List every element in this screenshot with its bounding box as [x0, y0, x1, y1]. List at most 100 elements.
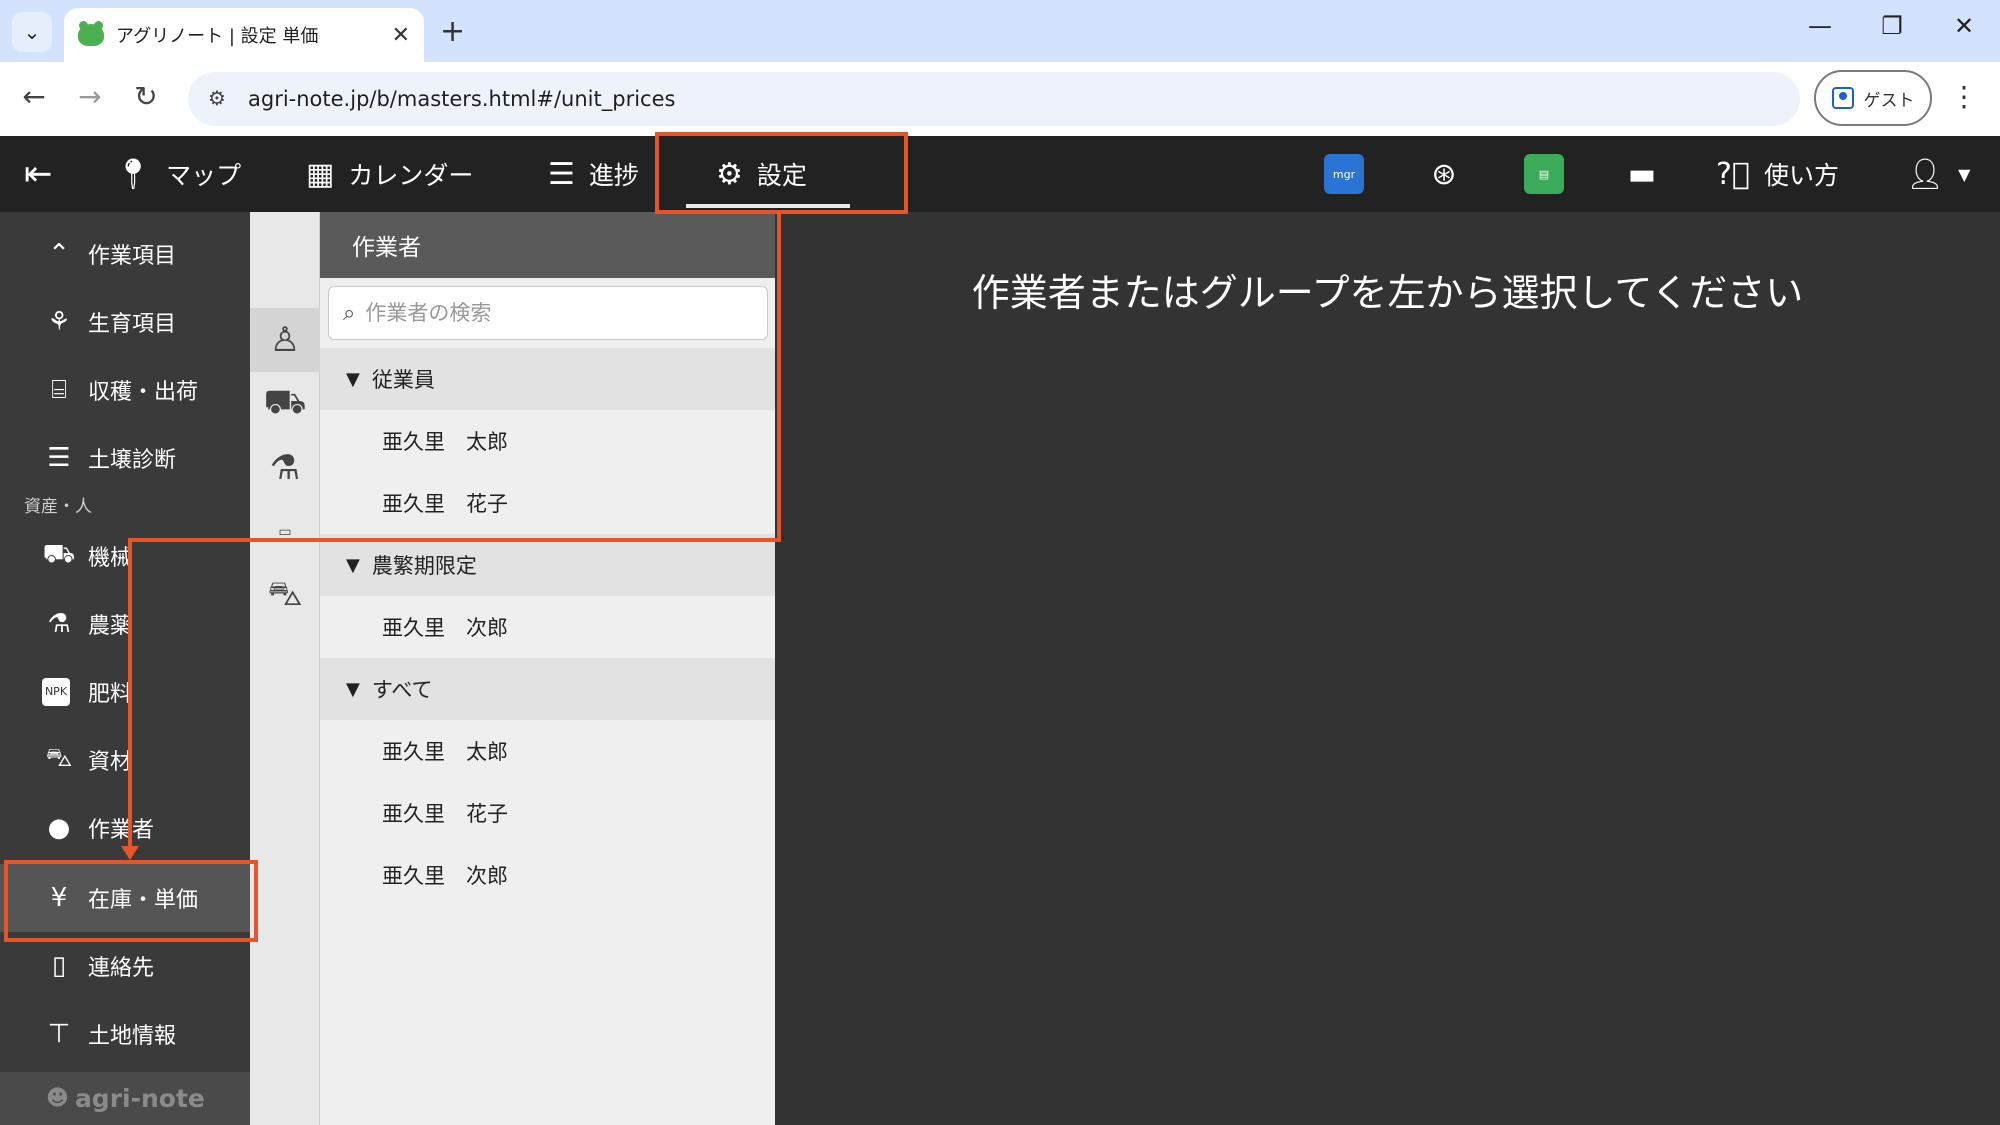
sidebar-item-label: 連絡先 [88, 956, 155, 981]
growth-icon: ⚘ [47, 307, 71, 337]
flask-icon: ⚗ [47, 609, 71, 639]
nav-progress-label: 進捗 [588, 161, 639, 190]
category-icon-strip: ♙ ⛟ ⚗ ▭ ⛍ [250, 212, 320, 1125]
question-icon: ?⃝ [1716, 156, 1750, 192]
sidebar-item-work[interactable]: ⌃ 作業項目 [0, 220, 250, 288]
forward-icon[interactable]: → [70, 80, 110, 113]
worker-search[interactable]: ⌕ [328, 286, 768, 340]
mgr-text: mgr [1332, 167, 1356, 181]
chat-icon[interactable]: ▬ [1622, 154, 1662, 194]
close-window-icon[interactable]: ✕ [1944, 12, 1984, 40]
sidebar-item-materials[interactable]: ⛍ 資材 [0, 726, 250, 794]
phone-icon: ▯ [51, 951, 67, 981]
sidebar-item-soil[interactable]: ☰ 土壌診断 [0, 424, 250, 492]
main-content: 作業者またはグループを左から選択してください [775, 212, 2000, 1125]
signpost-icon: ⊤ [47, 1019, 71, 1049]
frog-logo-icon: ☻ [46, 1086, 69, 1111]
group-header-busy-season[interactable]: ▼ 農繁期限定 [320, 534, 775, 596]
tractor-category-icon[interactable]: ⛟ [250, 372, 320, 436]
tab-search-button[interactable]: ⌄ [12, 12, 52, 52]
sidebar-section-assets: 資産・人 [24, 497, 92, 517]
site-info-icon[interactable]: ⚙ [204, 86, 230, 112]
sidebar-item-land[interactable]: ⊤ 土地情報 [0, 1000, 250, 1068]
group-header-all[interactable]: ▼ すべて [320, 658, 775, 720]
annotation-line [777, 212, 781, 542]
list-item[interactable]: 亜久里 次郎 [320, 844, 775, 906]
sidebar: ⌃ 作業項目 ⚘ 生育項目 ⌸ 収穫・出荷 ☰ 土壌診断 資産・人 ⛟ 機械 ⚗… [0, 212, 250, 1125]
group-name: すべて [371, 678, 433, 702]
person-icon: ● [47, 813, 71, 843]
sidebar-item-harvest[interactable]: ⌸ 収穫・出荷 [0, 356, 250, 424]
wheelbarrow-category-icon[interactable]: ⛍ [250, 564, 320, 628]
asterisk-app-icon[interactable]: ⊛ [1424, 154, 1464, 194]
map-pin-icon: 📍︎ [114, 156, 153, 192]
browser-tab[interactable]: アグリノート | 設定 単価 ✕ [64, 8, 424, 62]
annotation-highlight-stock-price [4, 860, 258, 942]
group-name: 従業員 [371, 368, 435, 392]
guest-profile-button[interactable]: ゲスト [1814, 70, 1932, 126]
sidebar-item-label: 作業者 [88, 818, 155, 843]
list-item[interactable]: 亜久里 次郎 [320, 596, 775, 658]
list-item[interactable]: 亜久里 太郎 [320, 720, 775, 782]
sidebar-item-label: 農薬 [88, 614, 133, 639]
annotation-line [128, 538, 132, 854]
sidebar-item-label: 作業項目 [88, 244, 177, 269]
minimize-icon[interactable]: — [1800, 12, 1840, 40]
address-bar[interactable]: ⚙ agri-note.jp/b/masters.html#/unit_pric… [188, 72, 1800, 126]
tab-title: アグリノート | 設定 単価 [116, 26, 319, 47]
app-header: ⇤ 📍︎ マップ ▦ カレンダー ☰ 進捗 ⚙ 設定 mgr ⊛ ▤ ▬ ?⃝ … [0, 136, 2000, 212]
empty-state-message: 作業者またはグループを左から選択してください [971, 271, 1804, 315]
search-icon: ⌕ [343, 300, 356, 326]
sidebar-item-machines[interactable]: ⛟ 機械 [0, 522, 250, 590]
menu-collapse-icon[interactable]: ⇤ [24, 136, 67, 212]
worker-list-panel: 作業者 ⌕ ▼ 従業員 亜久里 太郎 亜久里 花子 ▼ 農繁期限定 亜久里 次郎… [320, 212, 775, 1125]
close-tab-icon[interactable]: ✕ [392, 23, 410, 48]
user-menu[interactable]: 👤︎ ▼ [1906, 136, 1970, 212]
flask-category-icon[interactable]: ⚗ [250, 436, 320, 500]
sidebar-item-label: 機械 [88, 546, 133, 571]
sidebar-item-fertilizer[interactable]: NPK 肥料 [0, 658, 250, 726]
green-app-icon[interactable]: ▤ [1524, 154, 1564, 194]
sidebar-item-label: 資材 [88, 750, 133, 775]
sidebar-item-contacts[interactable]: ▯ 連絡先 [0, 932, 250, 1000]
caret-down-icon: ▼ [346, 368, 360, 390]
list-item[interactable]: 亜久里 太郎 [320, 410, 775, 472]
sidebar-item-label: 肥料 [88, 682, 133, 707]
browser-menu-icon[interactable]: ⋮ [1950, 80, 1978, 113]
reload-icon[interactable]: ↻ [126, 80, 166, 113]
frog-favicon-icon [78, 21, 104, 46]
browser-tab-bar: ⌄ アグリノート | 設定 単価 ✕ + — ❐ ✕ [0, 0, 2000, 62]
nav-calendar[interactable]: ▦ カレンダー [306, 136, 473, 212]
annotation-highlight-settings [655, 132, 908, 214]
group-name: 農繁期限定 [371, 554, 477, 578]
wheelbarrow-icon: ⛍ [45, 743, 73, 773]
sidebar-item-label: 収穫・出荷 [88, 380, 199, 405]
worker-category-icon[interactable]: ♙ [250, 308, 320, 372]
basket-icon: ⌸ [51, 374, 67, 405]
back-icon[interactable]: ← [14, 80, 54, 113]
url-text: agri-note.jp/b/masters.html#/unit_prices [248, 87, 676, 111]
browser-toolbar: ← → ↻ ⚙ agri-note.jp/b/masters.html#/uni… [0, 62, 2000, 136]
restore-icon[interactable]: ❐ [1872, 12, 1912, 40]
list-item[interactable]: 亜久里 花子 [320, 782, 775, 844]
caret-down-icon: ▼ [346, 678, 360, 700]
mgr-app-icon[interactable]: mgr [1324, 154, 1364, 194]
sidebar-item-label: 土壌診断 [88, 448, 177, 473]
nav-progress[interactable]: ☰ 進捗 [548, 136, 639, 212]
help-link[interactable]: ?⃝ 使い方 [1716, 136, 1839, 212]
group-header-employees[interactable]: ▼ 従業員 [320, 348, 775, 410]
new-tab-icon[interactable]: + [440, 14, 465, 49]
chevron-down-icon: ▼ [1958, 164, 1971, 184]
sidebar-item-growth[interactable]: ⚘ 生育項目 [0, 288, 250, 356]
list-item[interactable]: 亜久里 花子 [320, 472, 775, 534]
npk-icon: NPK [42, 678, 70, 706]
search-input[interactable] [365, 301, 726, 325]
sidebar-item-label: 土地情報 [88, 1024, 177, 1049]
npk-category-icon[interactable]: ▭ [250, 500, 320, 564]
caret-down-icon: ▼ [346, 554, 360, 576]
sidebar-item-pesticides[interactable]: ⚗ 農薬 [0, 590, 250, 658]
nav-map[interactable]: 📍︎ マップ [114, 136, 241, 212]
annotation-line [128, 538, 781, 542]
profile-icon [1831, 87, 1854, 109]
brand-text: agri-note [74, 1084, 205, 1113]
